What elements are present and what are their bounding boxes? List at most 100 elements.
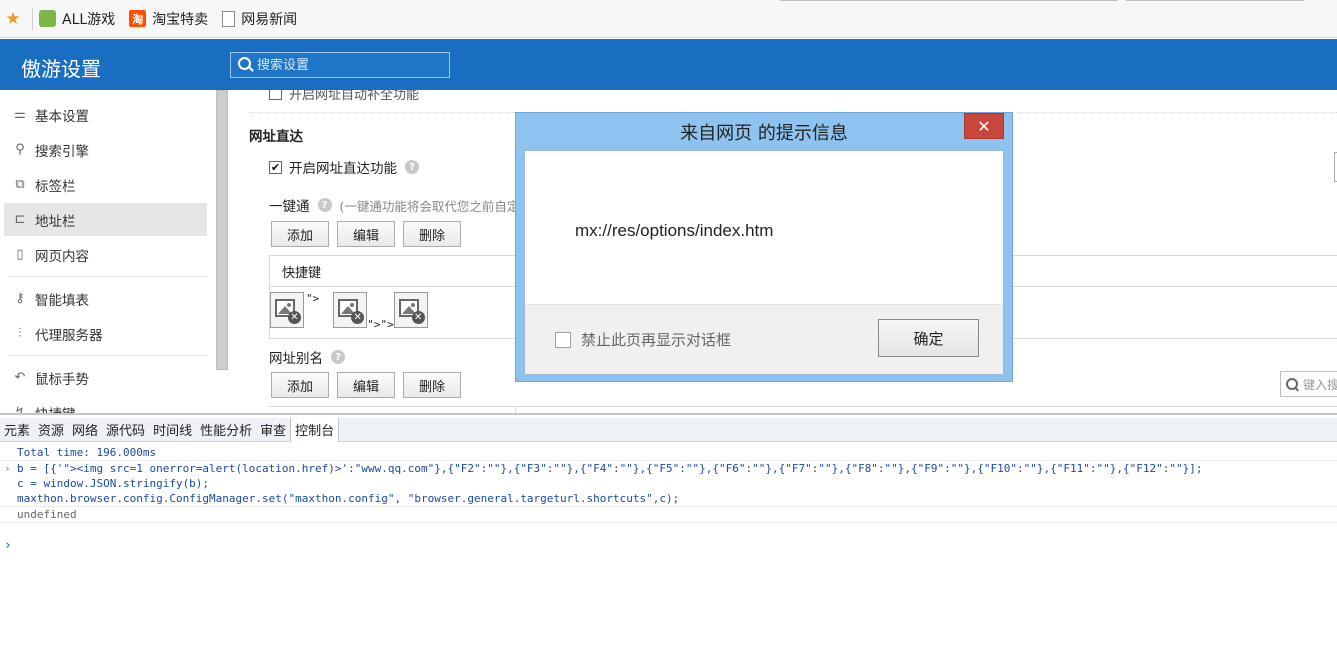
ok-button[interactable]: 确定 (878, 319, 979, 357)
sidebar-item-label: 快捷键 (35, 403, 76, 414)
sidebar-item-search-engine[interactable]: ⚲ 搜索引擎 (4, 133, 207, 166)
sidebar-item-proxy[interactable]: ⫶ 代理服务器 (4, 317, 207, 350)
sidebar-item-label: 网页内容 (35, 248, 89, 265)
broken-image-icon: ✕ (333, 292, 368, 328)
dialog-title: 来自网页 的提示信息 (680, 123, 848, 144)
broken-image-icon: ✕ (393, 292, 428, 328)
window-edge (1126, 0, 1304, 1)
settings-search-box[interactable] (230, 52, 450, 78)
tab-elements[interactable]: 元素 (0, 418, 34, 442)
add-button[interactable]: 添加 (271, 221, 329, 247)
prompt-icon: › (4, 538, 12, 553)
search-input[interactable] (257, 57, 442, 73)
yijiantong-label: 一键通 (269, 199, 310, 215)
injected-fragment: ">"> (367, 318, 394, 331)
tab-audits[interactable]: 审查 (256, 418, 290, 442)
console-line: maxthon.browser.config.ConfigManager.set… (0, 491, 1337, 507)
console-line: Total time: 196.000ms (0, 445, 1337, 461)
autocomplete-checkbox[interactable] (269, 90, 282, 100)
tab-sources[interactable]: 源代码 (102, 418, 149, 442)
autocomplete-label: 开启网址自动补全功能 (289, 90, 420, 103)
dialog-body: mx://res/options/index.htm 禁止此页再显示对话框 确定 (524, 150, 1004, 375)
help-icon[interactable]: ? (317, 198, 332, 212)
prompt-icon: › (4, 462, 11, 475)
bookmark-label: 网易新闻 (241, 11, 298, 28)
sidebar-scrollbar[interactable] (216, 90, 228, 370)
addressbar-icon: ⊏ (14, 212, 26, 227)
help-icon[interactable]: ? (331, 350, 345, 364)
sidebar-item-label: 地址栏 (35, 213, 76, 230)
console-input-line[interactable]: › (0, 523, 1337, 553)
alias-search-input[interactable]: 键入搜 (1280, 371, 1337, 397)
search-icon: ⚲ (15, 142, 25, 157)
taobao-icon: 淘 (129, 10, 147, 27)
sidebar-item-mouse-gesture[interactable]: ↶ 鼠标手势 (4, 361, 207, 394)
sidebar-item-label: 智能填表 (35, 292, 89, 309)
broken-image-icon: ✕ (270, 292, 304, 328)
devtools-panel: 元素 资源 网络 源代码 时间线 性能分析 审查 控制台 Total time:… (0, 413, 1337, 646)
sidebar-item-address-bar[interactable]: ⊏ 地址栏 (4, 203, 207, 236)
sidebar-item-label: 标签栏 (35, 178, 76, 195)
tab-timeline[interactable]: 时间线 (149, 418, 196, 442)
sidebar-item-label: 基本设置 (35, 108, 89, 125)
star-icon[interactable]: ★ (0, 9, 26, 29)
sidebar-item-label: 代理服务器 (35, 327, 103, 344)
tab-console[interactable]: 控制台 (290, 417, 340, 442)
sidebar-divider (8, 355, 208, 356)
sidebar-item-label: 鼠标手势 (35, 371, 89, 388)
bookmark-label: 淘宝特卖 (152, 11, 209, 28)
delete-button[interactable]: 删除 (403, 221, 461, 247)
sidebar-item-basic[interactable]: ⚌ 基本设置 (4, 98, 207, 131)
dialog-message: mx://res/options/index.htm (575, 221, 774, 240)
sidebar-divider (8, 276, 208, 277)
console-output: Total time: 196.000ms › b = [{'"><img src… (0, 445, 1337, 553)
page-title: 傲游设置 (21, 57, 101, 81)
console-result: undefined (0, 507, 1337, 523)
sidebar-item-autofill[interactable]: ⚷ 智能填表 (4, 282, 207, 315)
suppress-dialog-checkbox[interactable] (555, 331, 571, 348)
bookmark-all-games[interactable]: ALL游戏 (39, 9, 115, 29)
window-edge (780, 0, 1118, 1)
tab-profiles[interactable]: 性能分析 (196, 418, 256, 442)
injected-fragment: "> (306, 292, 320, 305)
gesture-icon: ↶ (14, 370, 26, 385)
yijiantong-note: (一键通功能将会取代您之前自定 (339, 198, 520, 214)
help-icon[interactable]: ? (405, 160, 419, 174)
page-icon (222, 10, 236, 27)
tab-network[interactable]: 网络 (68, 418, 102, 442)
suppress-dialog-label: 禁止此页再显示对话框 (581, 331, 732, 349)
alias-edit-button[interactable]: 编辑 (337, 372, 395, 398)
console-line: › b = [{'"><img src=1 onerror=alert(locat… (0, 461, 1337, 476)
devtools-tabs: 元素 资源 网络 源代码 时间线 性能分析 审查 控制台 (0, 417, 1337, 442)
console-line: c = window.JSON.stringify(b); (17, 477, 210, 490)
shortcut-icon: ↯ (14, 405, 26, 413)
sidebar-item-tabs[interactable]: ⧉ 标签栏 (4, 168, 207, 201)
bookmark-163-news[interactable]: 网易新闻 (222, 9, 297, 29)
section-title: 网址直达 (249, 129, 303, 145)
bookmarks-bar: ★ ALL游戏 淘 淘宝特卖 网易新闻 (0, 0, 1337, 38)
alias-search-placeholder: 键入搜 (1303, 377, 1337, 392)
close-button[interactable]: ✕ (964, 113, 1004, 139)
alias-add-button[interactable]: 添加 (271, 372, 329, 398)
sidebar-item-page-content[interactable]: ▯ 网页内容 (4, 238, 207, 271)
search-icon (1285, 377, 1299, 391)
enable-direct-url-row[interactable]: ✔ 开启网址直达功能 ? (269, 157, 419, 177)
alias-delete-button[interactable]: 删除 (403, 372, 461, 398)
sliders-icon: ⚌ (14, 107, 26, 122)
alert-dialog: 来自网页 的提示信息 ✕ mx://res/options/index.htm … (515, 112, 1013, 382)
key-icon: ⚷ (15, 291, 25, 306)
proxy-icon: ⫶ (18, 326, 22, 341)
bookmark-taobao[interactable]: 淘 淘宝特卖 (129, 9, 208, 29)
console-text: b = [{'"><img src=1 onerror=alert(locati… (17, 462, 1203, 475)
sidebar-item-label: 搜索引擎 (35, 143, 89, 160)
alias-table-top (269, 406, 1337, 407)
bookmark-label: ALL游戏 (62, 11, 116, 28)
enable-direct-url-checkbox[interactable]: ✔ (269, 160, 282, 174)
sidebar-item-shortcuts[interactable]: ↯ 快捷键 (4, 396, 207, 413)
autocomplete-checkbox-row[interactable]: 开启网址自动补全功能 (269, 90, 419, 103)
alias-label: 网址别名 (269, 351, 323, 367)
table-row[interactable]: ✕ "> ✕ ">"> ✕ (270, 292, 428, 331)
tab-resources[interactable]: 资源 (34, 418, 68, 442)
edit-button[interactable]: 编辑 (337, 221, 395, 247)
suppress-dialog-row[interactable]: 禁止此页再显示对话框 (555, 329, 731, 350)
